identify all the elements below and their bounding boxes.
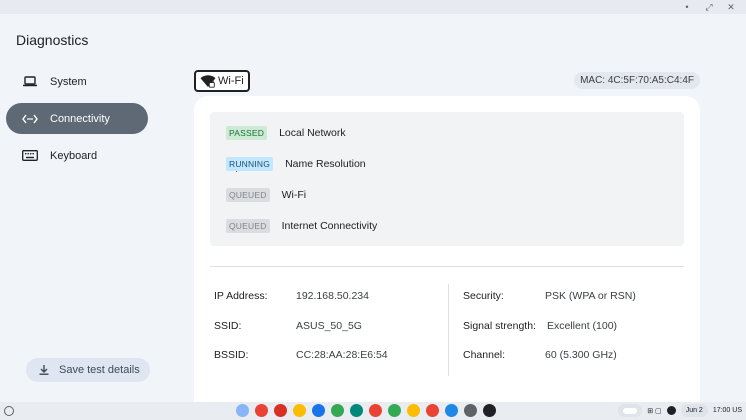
section-divider: [210, 266, 684, 267]
routine-name: Name Resolution: [285, 158, 366, 170]
routine-item: QUEUED Internet Connectivity: [226, 219, 377, 233]
toggle-icon: [623, 407, 638, 414]
os-shelf: ⊞ ▢ Jun 2 17:00 US: [0, 402, 746, 420]
shelf-app-icon[interactable]: [407, 404, 420, 417]
property-label: Security:: [463, 290, 504, 302]
shelf-app-icon[interactable]: [274, 404, 287, 417]
shelf-app-icon[interactable]: [236, 404, 249, 417]
status-badge-queued: QUEUED: [226, 188, 270, 202]
close-button[interactable]: ✕: [726, 1, 736, 13]
system-tray[interactable]: ⊞ ▢ Jun 2 17:00 US: [618, 404, 742, 417]
window-title-bar: • ⤢ ✕: [0, 0, 746, 14]
property-label: Signal strength:: [463, 320, 536, 332]
laptop-icon: [22, 76, 38, 88]
keyboard-icon: [22, 150, 38, 162]
sidebar-item-label: System: [50, 75, 87, 88]
property-label: Channel:: [463, 349, 506, 361]
launcher-button[interactable]: [4, 406, 14, 416]
shelf-app-icon[interactable]: [350, 404, 363, 417]
property-label: BSSID:: [214, 349, 249, 361]
routine-item: PASSED Local Network: [226, 126, 346, 140]
property-value-channel: 60 (5.300 GHz): [545, 349, 617, 361]
window-controls: • ⤢ ✕: [682, 1, 736, 13]
network-card: PASSED Local Network RUNNING Name Resolu…: [194, 96, 700, 402]
shelf-app-icon[interactable]: [483, 404, 496, 417]
notification-icon[interactable]: [666, 406, 676, 415]
wifi-lock-icon: [200, 74, 216, 88]
sidebar-item-system[interactable]: System: [6, 66, 148, 97]
sidebar-item-label: Connectivity: [50, 112, 110, 125]
status-badge-running: RUNNING: [226, 157, 274, 171]
save-test-details-button[interactable]: Save test details: [26, 358, 150, 382]
sidebar-item-keyboard[interactable]: Keyboard: [6, 140, 148, 171]
column-divider: [448, 284, 449, 376]
sidebar-item-connectivity[interactable]: Connectivity: [6, 103, 148, 134]
shelf-app-icon[interactable]: [464, 404, 477, 417]
property-label: SSID:: [214, 320, 242, 332]
property-value-security: PSK (WPA or RSN): [545, 290, 636, 302]
shelf-app-icon[interactable]: [445, 404, 458, 417]
status-badge-queued: QUEUED: [226, 219, 270, 233]
sidebar-nav: System Connectivity Keyboard: [6, 66, 148, 177]
shelf-app-list: [236, 404, 496, 417]
tray-toggle-pill[interactable]: [618, 404, 643, 417]
shelf-app-icon[interactable]: [369, 404, 382, 417]
routine-item: RUNNING Name Resolution: [226, 157, 366, 171]
property-value-bssid: CC:28:AA:28:E6:54: [296, 349, 388, 361]
routine-name: Wi-Fi: [281, 189, 307, 201]
property-label: IP Address:: [214, 290, 268, 302]
save-button-label: Save test details: [59, 364, 140, 376]
app-title: Diagnostics: [16, 32, 89, 48]
shelf-app-icon[interactable]: [426, 404, 439, 417]
shelf-app-icon[interactable]: [255, 404, 268, 417]
shelf-app-icon[interactable]: [388, 404, 401, 417]
routine-item: QUEUED Wi-Fi: [226, 188, 306, 202]
shelf-app-icon[interactable]: [312, 404, 325, 417]
routine-list: PASSED Local Network RUNNING Name Resolu…: [210, 112, 684, 246]
sidebar-item-label: Keyboard: [50, 149, 98, 162]
mac-address-chip: MAC: 4C:5F:70:A5:C4:4F: [574, 72, 700, 89]
shelf-app-icon[interactable]: [331, 404, 344, 417]
shelf-app-icon[interactable]: [293, 404, 306, 417]
property-value-ip: 192.168.50.234: [296, 290, 369, 302]
network-tab-wifi[interactable]: Wi-Fi: [194, 70, 250, 92]
maximize-button[interactable]: ⤢: [704, 1, 714, 13]
diagnostics-app: Diagnostics System Connectivity Keyboard…: [0, 14, 746, 402]
property-value-ssid: ASUS_50_5G: [296, 320, 362, 332]
tray-date[interactable]: Jun 2: [680, 404, 708, 417]
download-icon: [38, 364, 50, 376]
connectivity-arrows-icon: [22, 113, 38, 125]
tray-status-icons[interactable]: ⊞ ▢: [647, 407, 661, 415]
routine-name: Local Network: [279, 127, 346, 139]
property-value-signal: Excellent (100): [547, 320, 618, 332]
minimize-button[interactable]: •: [682, 1, 692, 13]
network-tab-label: Wi-Fi: [218, 75, 244, 87]
routine-name: Internet Connectivity: [281, 220, 378, 232]
tray-time[interactable]: 17:00 US: [713, 407, 742, 414]
status-badge-passed: PASSED: [226, 126, 268, 140]
